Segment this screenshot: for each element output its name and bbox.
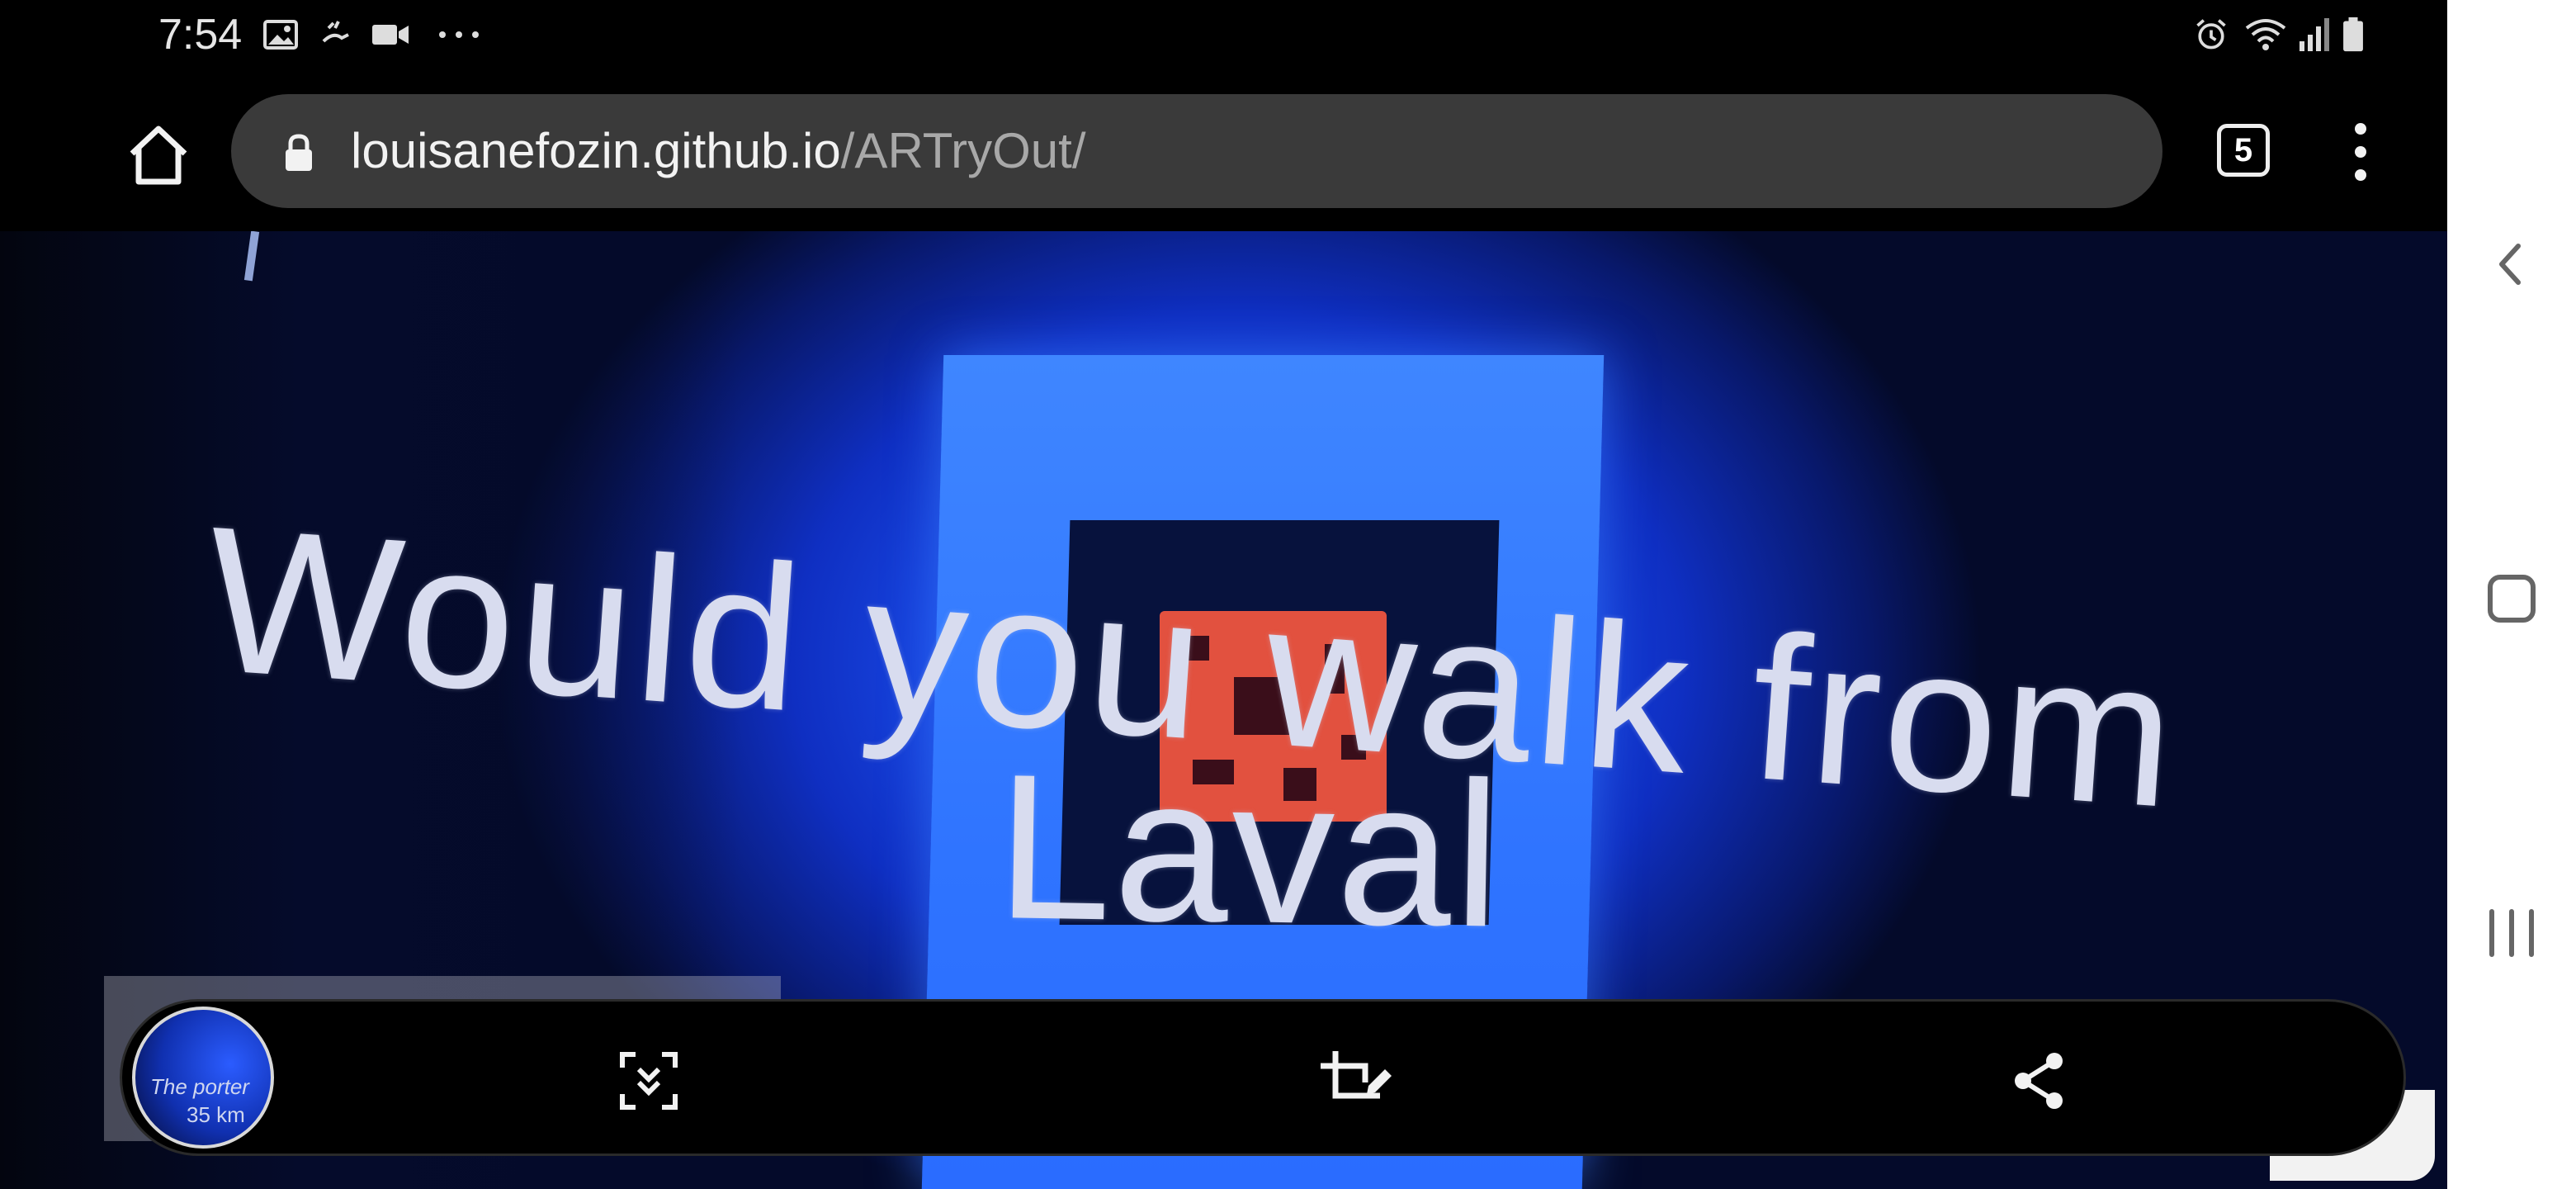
signal-icon bbox=[2299, 18, 2329, 51]
gallery-icon bbox=[263, 20, 298, 50]
lock-icon bbox=[286, 134, 312, 171]
wifi-icon bbox=[2245, 19, 2286, 50]
clock: 7:54 bbox=[158, 11, 243, 59]
back-icon[interactable] bbox=[2479, 231, 2545, 297]
home-icon[interactable] bbox=[124, 121, 193, 190]
url-text: louisanefozin.github.io/ARTryOut/ bbox=[351, 122, 1085, 179]
hand-wave-icon bbox=[322, 21, 349, 43]
home-button-icon[interactable] bbox=[2479, 566, 2545, 632]
more-dots-icon bbox=[439, 31, 479, 38]
share-icon[interactable] bbox=[2008, 1049, 2071, 1112]
screenshot-toolbar: The porter 35 km bbox=[120, 999, 2406, 1156]
thumbnail-text: 35 km bbox=[187, 1102, 245, 1127]
recent-apps-icon[interactable] bbox=[2479, 900, 2545, 966]
url-host: louisanefozin.github.io bbox=[351, 123, 841, 178]
status-bar: 7:54 bbox=[0, 0, 2447, 69]
alarm-icon bbox=[2196, 19, 2226, 50]
kebab-menu-icon[interactable] bbox=[2348, 119, 2373, 185]
tab-count-button[interactable]: 5 bbox=[2217, 124, 2270, 177]
system-navigation-bar bbox=[2447, 0, 2576, 1189]
address-bar[interactable]: louisanefozin.github.io/ARTryOut/ bbox=[231, 94, 2162, 208]
ar-city-text: Laval bbox=[995, 731, 1505, 970]
screenshot-thumbnail[interactable]: The porter 35 km bbox=[132, 1007, 274, 1149]
crop-edit-icon[interactable] bbox=[1319, 1049, 1393, 1112]
battery-icon bbox=[2343, 17, 2363, 52]
video-camera-icon bbox=[372, 25, 409, 45]
thumbnail-text: The porter bbox=[150, 1074, 249, 1099]
url-path: /ARTryOut/ bbox=[840, 123, 1086, 178]
browser-toolbar: louisanefozin.github.io/ARTryOut/ 5 bbox=[0, 69, 2447, 231]
scroll-capture-icon[interactable] bbox=[617, 1049, 680, 1112]
